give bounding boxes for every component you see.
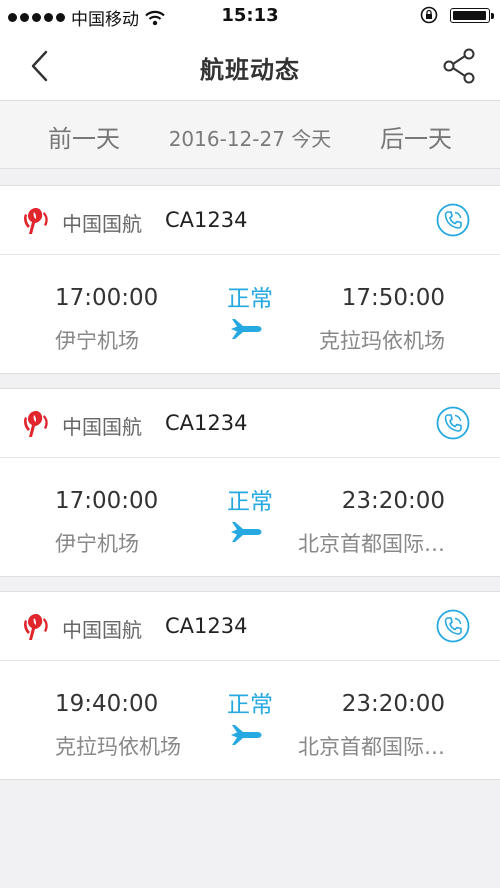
share-icon[interactable]: [440, 46, 480, 86]
battery-icon: [450, 7, 494, 23]
arrival-airport: 克拉玛依机场: [319, 329, 445, 353]
flight-card-header: 中国国航 CA1234: [0, 186, 500, 255]
next-day-button[interactable]: 后一天: [380, 119, 452, 154]
status-right: [420, 6, 494, 24]
arrival-time: 17:50:00: [341, 285, 445, 311]
departure-airport: 伊宁机场: [55, 532, 139, 556]
airline-name: 中国国航: [62, 618, 142, 642]
plane-icon: [231, 319, 262, 339]
arrival-time: 23:20:00: [341, 488, 445, 514]
flight-card-body: 17:00:00 伊宁机场 正常 23:20:00 北京首都国际…: [0, 458, 500, 576]
departure-time: 17:00:00: [55, 488, 159, 514]
arrival-time: 23:20:00: [341, 691, 445, 717]
departure-time: 19:40:00: [55, 691, 159, 717]
arrival-airport: 北京首都国际…: [298, 532, 445, 556]
flight-card-body: 19:40:00 克拉玛依机场 正常 23:20:00 北京首都国际…: [0, 661, 500, 779]
flight-card[interactable]: 中国国航 CA1234 17:00:00 伊宁机场 正常 17:50:00 克拉…: [0, 185, 500, 374]
flight-status: 正常: [227, 286, 273, 312]
orientation-lock-icon: [420, 6, 438, 24]
arrival-airport: 北京首都国际…: [298, 735, 445, 759]
date-selector: 前一天 2016-12-27 今天 后一天: [0, 101, 500, 169]
air-china-logo-icon: [24, 614, 48, 640]
status-bar: 中国移动 15:13: [0, 0, 500, 32]
phone-icon[interactable]: [436, 203, 470, 237]
flight-number: CA1234: [165, 208, 248, 232]
flight-card-header: 中国国航 CA1234: [0, 592, 500, 661]
flight-status: 正常: [227, 489, 273, 515]
departure-time: 17:00:00: [55, 285, 159, 311]
plane-icon: [231, 522, 262, 542]
flight-card[interactable]: 中国国航 CA1234 17:00:00 伊宁机场 正常 23:20:00 北京…: [0, 388, 500, 577]
flight-number: CA1234: [165, 614, 248, 638]
airline-name: 中国国航: [62, 415, 142, 439]
air-china-logo-icon: [24, 208, 48, 234]
departure-airport: 克拉玛依机场: [55, 735, 181, 759]
phone-icon[interactable]: [436, 609, 470, 643]
flight-card-body: 17:00:00 伊宁机场 正常 17:50:00 克拉玛依机场: [0, 255, 500, 373]
air-china-logo-icon: [24, 411, 48, 437]
flight-card[interactable]: 中国国航 CA1234 19:40:00 克拉玛依机场 正常 23:20:00 …: [0, 591, 500, 780]
flight-card-header: 中国国航 CA1234: [0, 389, 500, 458]
flight-status: 正常: [227, 692, 273, 718]
airline-name: 中国国航: [62, 212, 142, 236]
nav-bar: 航班动态: [0, 32, 500, 101]
page-title: 航班动态: [200, 56, 300, 84]
flight-number: CA1234: [165, 411, 248, 435]
plane-icon: [231, 725, 262, 745]
departure-airport: 伊宁机场: [55, 329, 139, 353]
phone-icon[interactable]: [436, 406, 470, 440]
